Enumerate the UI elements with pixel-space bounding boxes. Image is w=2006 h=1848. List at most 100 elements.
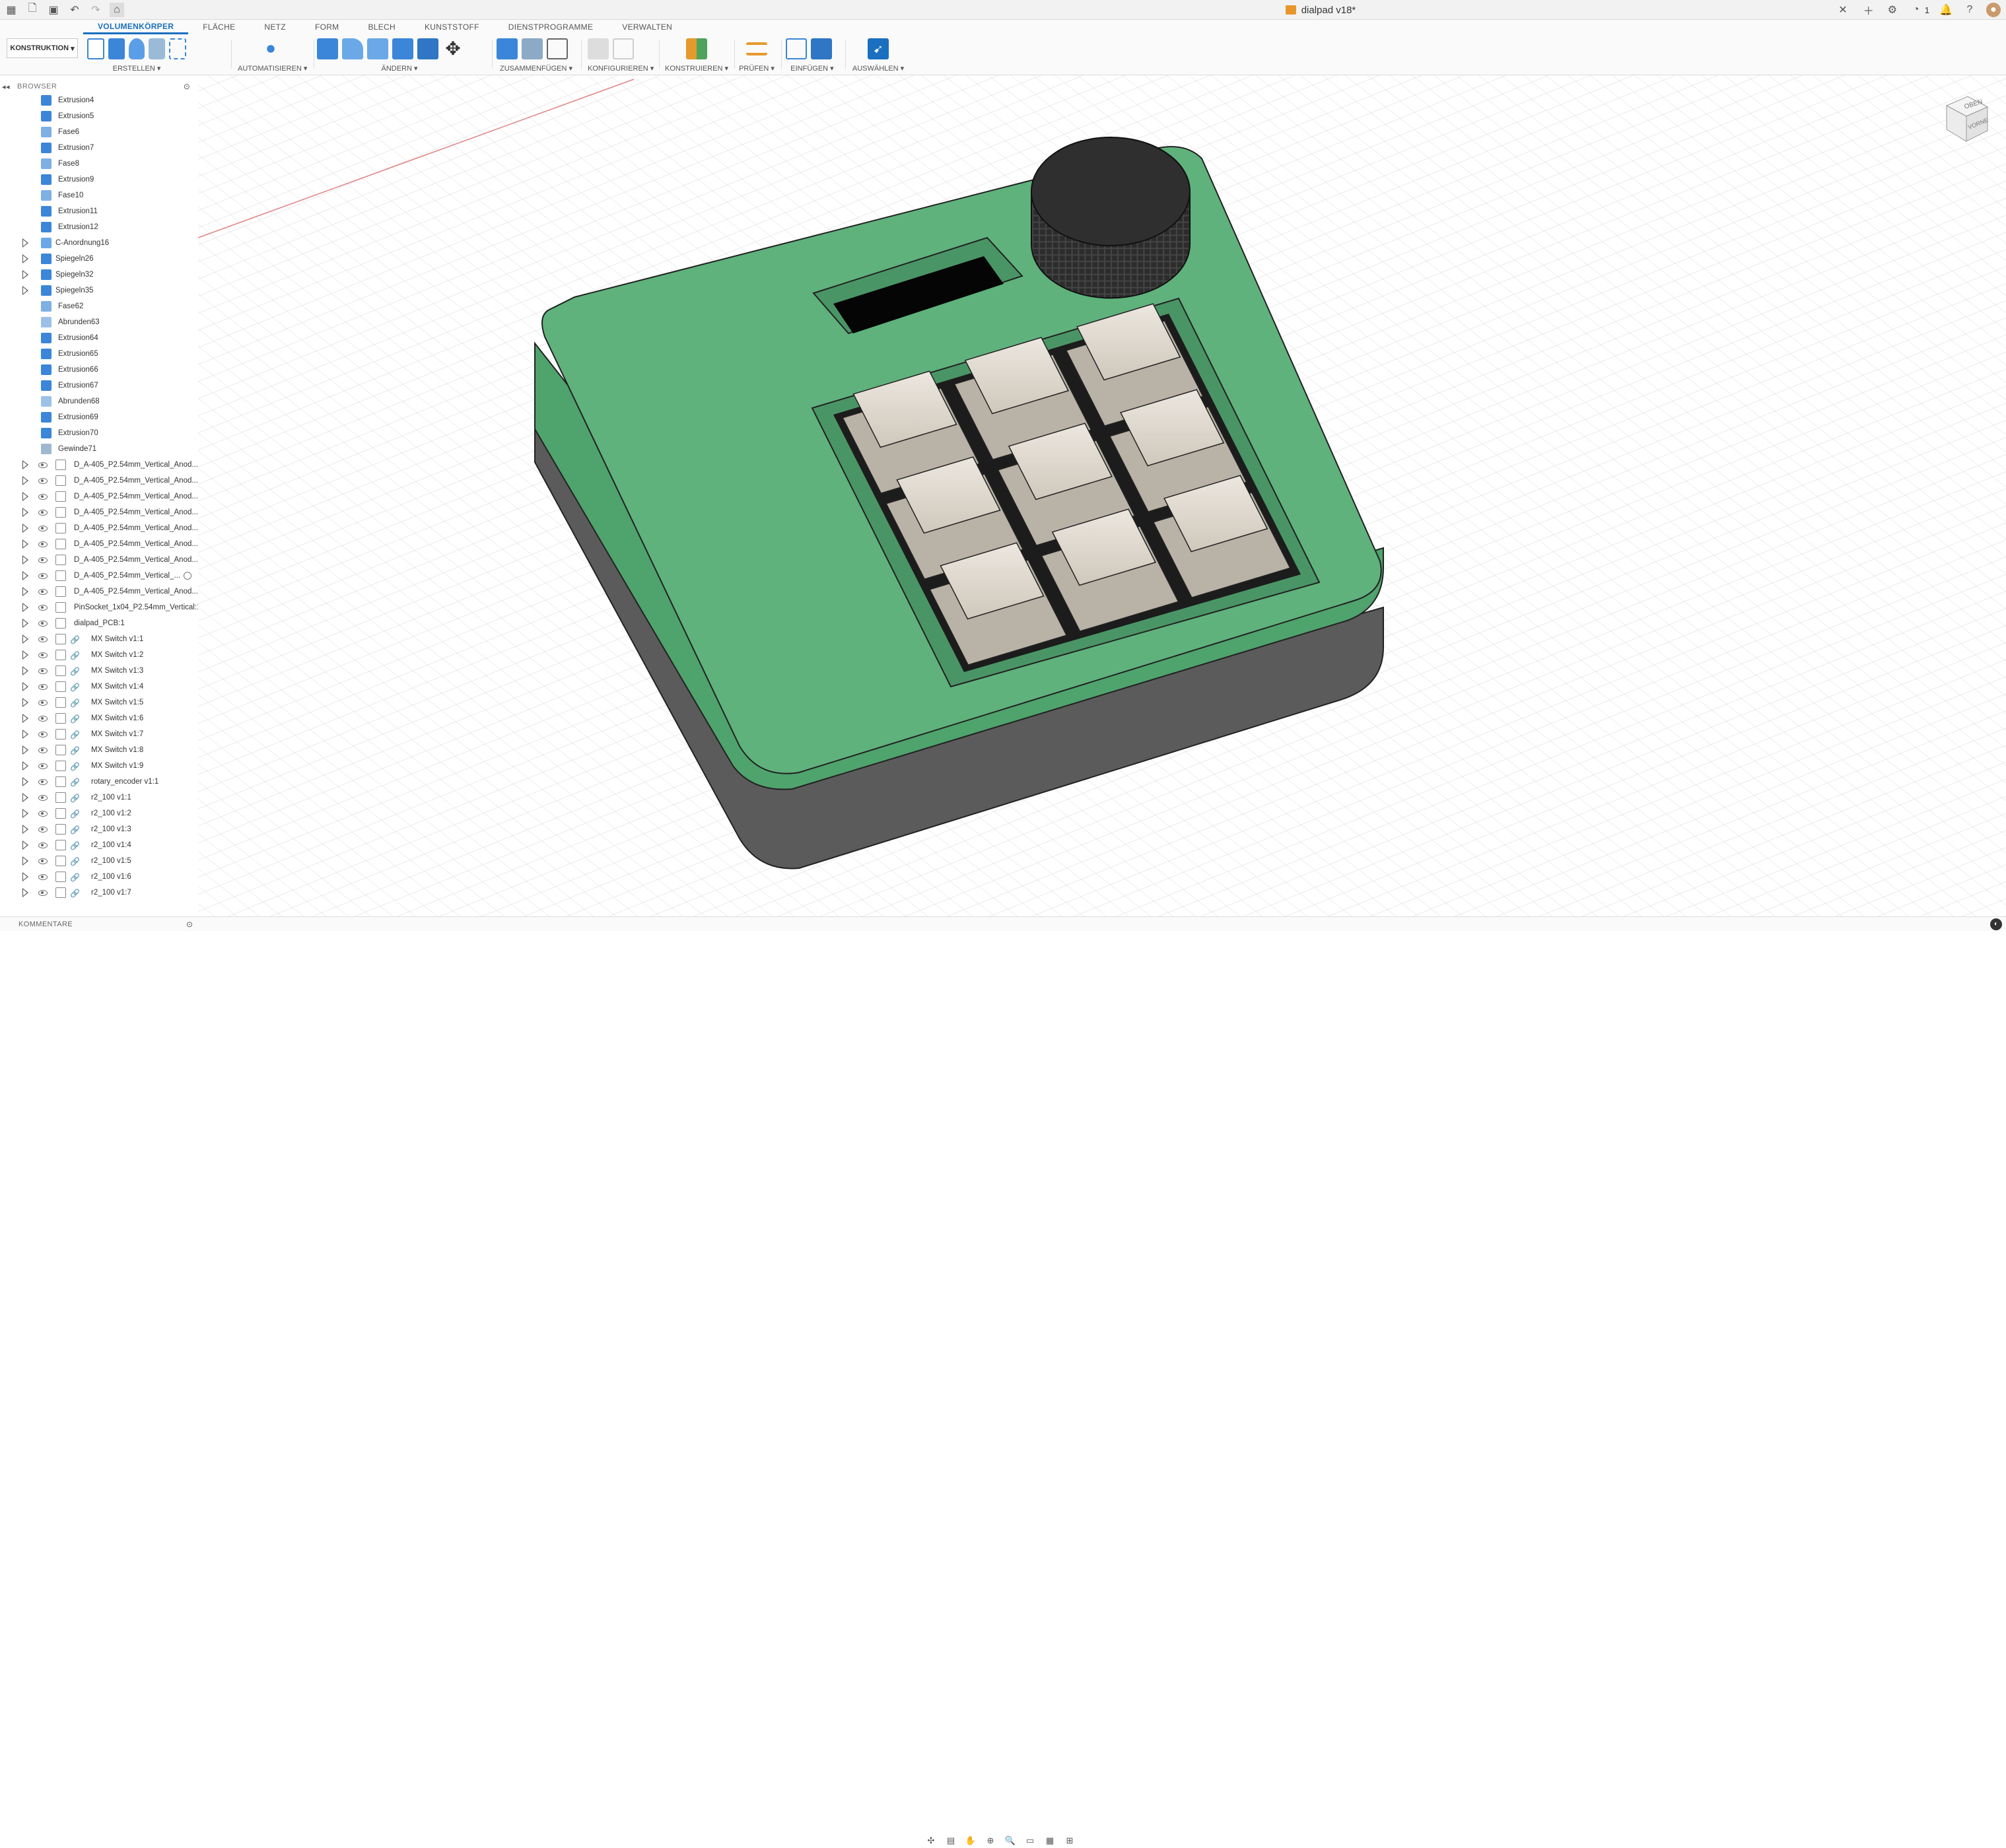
timeline-feature[interactable]: Spiegeln32 — [0, 267, 198, 283]
timeline-feature[interactable]: Fase6 — [0, 124, 198, 140]
grid-settings-icon[interactable]: ▦ — [1043, 1835, 1056, 1846]
component-row[interactable]: 🔗 MX Switch v1:9 — [0, 758, 198, 774]
expand-arrow-icon[interactable] — [22, 698, 28, 707]
display-settings-icon[interactable]: ▭ — [1023, 1835, 1037, 1846]
timeline-feature[interactable]: Extrusion5 — [0, 108, 198, 124]
timeline-feature[interactable]: Fase10 — [0, 188, 198, 203]
component-row[interactable]: 🔗 MX Switch v1:8 — [0, 742, 198, 758]
group-label-zusammenfuegen[interactable]: ZUSAMMENFÜGEN ▾ — [497, 64, 576, 73]
shell-icon[interactable] — [392, 38, 413, 59]
tab-2[interactable]: NETZ — [250, 22, 300, 34]
expand-arrow-icon[interactable] — [22, 254, 28, 263]
document-tab[interactable]: dialpad v18* — [792, 0, 1849, 20]
expand-arrow-icon[interactable] — [22, 460, 28, 469]
timeline-feature[interactable]: Fase62 — [0, 298, 198, 314]
visibility-eye-icon[interactable] — [38, 509, 48, 516]
zoom-icon[interactable]: ⊕ — [984, 1835, 997, 1846]
component-row[interactable]: D_A-405_P2.54mm_Vertical_Anod... — [0, 584, 198, 599]
comments-label[interactable]: KOMMENTARE — [0, 920, 73, 928]
visibility-eye-icon[interactable] — [38, 477, 48, 484]
visibility-eye-icon[interactable] — [38, 794, 48, 801]
expand-arrow-icon[interactable] — [22, 714, 28, 723]
chat-icon[interactable]: ◐ — [1990, 918, 2002, 930]
visibility-eye-icon[interactable] — [38, 652, 48, 658]
visibility-eye-icon[interactable] — [38, 826, 48, 833]
visibility-eye-icon[interactable] — [38, 636, 48, 642]
look-at-icon[interactable]: ▤ — [944, 1835, 957, 1846]
tab-4[interactable]: BLECH — [353, 22, 410, 34]
component-row[interactable]: 🔗 MX Switch v1:7 — [0, 726, 198, 742]
expand-arrow-icon[interactable] — [22, 650, 28, 660]
viewports-icon[interactable]: ⊞ — [1063, 1835, 1076, 1846]
expand-arrow-icon[interactable] — [22, 571, 28, 580]
component-row[interactable]: 🔗 MX Switch v1:4 — [0, 679, 198, 695]
comments-toggle-icon[interactable]: ⊙ — [182, 917, 197, 932]
component-row[interactable]: 🔗 MX Switch v1:1 — [0, 631, 198, 647]
expand-arrow-icon[interactable] — [22, 761, 28, 770]
expand-arrow-icon[interactable] — [22, 840, 28, 850]
expand-arrow-icon[interactable] — [22, 666, 28, 675]
visibility-eye-icon[interactable] — [38, 889, 48, 896]
component-row[interactable]: dialpad_PCB:1 — [0, 615, 198, 631]
app-grid-icon[interactable]: ▦ — [4, 3, 18, 17]
browser-toggle-icon[interactable]: ⊙ — [180, 79, 194, 94]
bom-table-icon[interactable] — [547, 38, 568, 59]
expand-arrow-icon[interactable] — [22, 856, 28, 866]
component-row[interactable]: 🔗 rotary_encoder v1:1 — [0, 774, 198, 790]
expand-arrow-icon[interactable] — [22, 555, 28, 565]
component-row[interactable]: 🔗 r2_100 v1:7 — [0, 885, 198, 901]
new-sketch-icon[interactable] — [87, 38, 104, 59]
visibility-eye-icon[interactable] — [38, 873, 48, 880]
save-icon[interactable]: ▣ — [46, 3, 61, 17]
tab-1[interactable]: FLÄCHE — [188, 22, 250, 34]
tab-7[interactable]: VERWALTEN — [607, 22, 687, 34]
extrude-icon[interactable] — [108, 38, 125, 59]
tab-6[interactable]: DIENSTPROGRAMME — [494, 22, 608, 34]
new-tab-icon[interactable]: ＋ — [1861, 3, 1876, 17]
component-row[interactable]: 🔗 r2_100 v1:2 — [0, 805, 198, 821]
tab-3[interactable]: FORM — [300, 22, 354, 34]
visibility-eye-icon[interactable] — [38, 604, 48, 611]
expand-arrow-icon[interactable] — [22, 682, 28, 691]
timeline-feature[interactable]: Spiegeln35 — [0, 283, 198, 298]
component-row[interactable]: D_A-405_P2.54mm_Vertical_... — [0, 568, 198, 584]
timeline-feature[interactable]: Extrusion70 — [0, 425, 198, 441]
expand-arrow-icon[interactable] — [22, 619, 28, 628]
expand-arrow-icon[interactable] — [22, 238, 28, 248]
component-row[interactable]: 🔗 MX Switch v1:2 — [0, 647, 198, 663]
visibility-eye-icon[interactable] — [38, 747, 48, 753]
visibility-eye-icon[interactable] — [38, 572, 48, 579]
measure-icon[interactable] — [746, 42, 767, 55]
fillet-icon[interactable] — [342, 38, 363, 59]
visibility-eye-icon[interactable] — [38, 541, 48, 547]
expand-arrow-icon[interactable] — [22, 634, 28, 644]
component-row[interactable]: 🔗 MX Switch v1:6 — [0, 710, 198, 726]
expand-arrow-icon[interactable] — [22, 476, 28, 485]
tab-5[interactable]: KUNSTSTOFF — [410, 22, 494, 34]
timeline-feature[interactable]: Extrusion69 — [0, 409, 198, 425]
group-label-pruefen[interactable]: PRÜFEN ▾ — [736, 64, 777, 73]
visibility-eye-icon[interactable] — [38, 683, 48, 690]
group-label-konstruieren[interactable]: KONSTRUIEREN ▾ — [664, 64, 730, 73]
visibility-eye-icon[interactable] — [38, 699, 48, 706]
visibility-eye-icon[interactable] — [38, 525, 48, 531]
home-icon[interactable]: ⌂ — [110, 2, 124, 17]
job-status-icon[interactable]: ◔ — [1909, 3, 1923, 17]
visibility-eye-icon[interactable] — [38, 462, 48, 468]
group-label-konfigurieren[interactable]: KONFIGURIEREN ▾ — [588, 64, 654, 73]
pattern-icon[interactable] — [169, 38, 186, 59]
component-row[interactable]: 🔗 MX Switch v1:5 — [0, 695, 198, 710]
component-row[interactable]: 🔗 r2_100 v1:4 — [0, 837, 198, 853]
automate-icon[interactable] — [260, 38, 281, 59]
move-icon[interactable]: ✥ — [442, 38, 464, 59]
help-icon[interactable]: ? — [1962, 3, 1977, 17]
combine-icon[interactable] — [417, 38, 438, 59]
visibility-eye-icon[interactable] — [38, 778, 48, 785]
visibility-eye-icon[interactable] — [38, 715, 48, 722]
expand-arrow-icon[interactable] — [22, 603, 28, 612]
config-table-icon[interactable] — [613, 38, 634, 59]
expand-arrow-icon[interactable] — [22, 524, 28, 533]
timeline-feature[interactable]: Extrusion65 — [0, 346, 198, 362]
notifications-icon[interactable]: 🔔 — [1939, 3, 1953, 17]
visibility-eye-icon[interactable] — [38, 842, 48, 848]
